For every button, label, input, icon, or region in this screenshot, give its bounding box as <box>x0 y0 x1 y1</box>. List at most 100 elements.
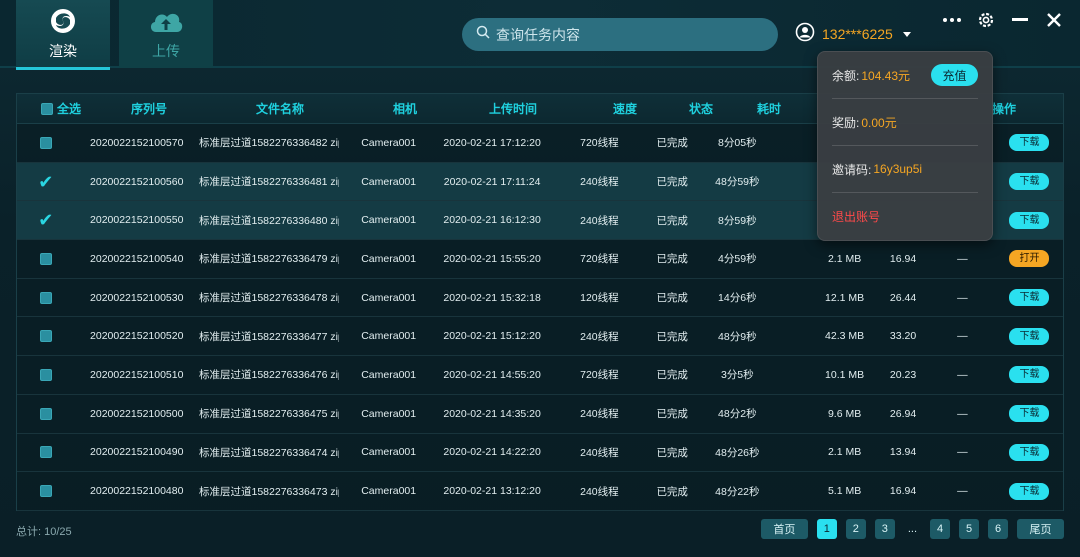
cell-camera: Camera001 <box>361 291 417 304</box>
logout-button[interactable]: 退出账号 <box>832 193 978 240</box>
table-row[interactable]: 2020022152100530 标准层过道1582276336478 zip Ca… <box>17 278 1063 318</box>
download-button[interactable]: 下载 <box>1009 327 1050 345</box>
recharge-button[interactable]: 充值 <box>931 64 978 86</box>
last-page-button[interactable]: 尾页 <box>1017 519 1064 539</box>
user-menu[interactable]: 132***6225 <box>795 22 911 46</box>
row-checkbox[interactable] <box>39 330 52 343</box>
download-button[interactable]: 下载 <box>1009 443 1050 461</box>
open-button[interactable]: 打开 <box>1009 250 1050 268</box>
cell-speed: 720线程 <box>580 369 619 382</box>
settings-icon[interactable] <box>976 10 996 30</box>
download-button[interactable]: 下载 <box>1009 366 1050 384</box>
cell-speed: 240线程 <box>580 176 619 189</box>
window-controls <box>942 10 1064 30</box>
row-checkbox[interactable] <box>39 407 52 420</box>
tab-render[interactable]: 渲染 <box>16 0 110 70</box>
row-select[interactable] <box>17 485 74 498</box>
table-row[interactable]: 2020022152100520 标准层过道1582276336477 zip Ca… <box>17 317 1063 357</box>
page-button[interactable]: 1 <box>816 519 837 539</box>
checkmark-icon[interactable]: ✔ <box>38 173 53 191</box>
select-all[interactable]: 全选 <box>17 100 91 117</box>
first-page-button[interactable]: 首页 <box>760 519 808 539</box>
page-button[interactable]: 4 <box>930 519 950 539</box>
cell-file: 标准层过道1582276336480 zip <box>199 214 339 227</box>
table-row[interactable]: 2020022152100540 标准层过道1582276336479 zip Ca… <box>17 240 1063 279</box>
row-checkbox[interactable] <box>39 485 52 498</box>
row-checkbox[interactable] <box>39 446 52 459</box>
table-row[interactable]: 2020022152100510 标准层过道1582276336476 zip Ca… <box>17 356 1063 395</box>
cell-action: 下载 <box>996 327 1063 345</box>
cell-file: 标准层过道1582276336476 zip <box>199 369 339 382</box>
chevron-down-icon <box>902 31 911 37</box>
minimize-icon[interactable] <box>1010 10 1030 30</box>
cell-status: 已完成 <box>656 253 688 266</box>
download-button[interactable]: 下载 <box>1009 173 1050 191</box>
cell-status: 已完成 <box>656 292 688 305</box>
row-checkbox[interactable] <box>39 136 52 149</box>
cell-cost: 20.23 <box>889 368 917 381</box>
page-button[interactable]: 5 <box>959 519 979 539</box>
page-ellipsis: ... <box>907 523 917 535</box>
cell-duration: 48分22秒 <box>715 485 760 498</box>
download-button[interactable]: 下载 <box>1009 482 1050 500</box>
download-button[interactable]: 下载 <box>1009 405 1050 423</box>
search-input[interactable] <box>496 26 766 43</box>
header-serial: 序列号 <box>130 102 167 116</box>
reward-label: 奖励: <box>832 115 860 130</box>
balance-row: 余额: 104.43元 充值 <box>832 52 978 99</box>
user-name: 132***6225 <box>822 26 893 42</box>
row-checkbox[interactable] <box>39 291 52 304</box>
header-duration: 耗时 <box>756 102 781 116</box>
cell-serial: 2020022152100550 <box>90 214 184 227</box>
page-button[interactable]: 2 <box>845 519 866 539</box>
table-row[interactable]: 2020022152100500 标准层过道1582276336475 zip Ca… <box>17 394 1063 434</box>
row-checkbox[interactable] <box>39 252 52 265</box>
cell-action: 下载 <box>996 289 1063 307</box>
cell-speed: 720线程 <box>580 137 619 150</box>
pagination: 首页 1 2 3... 4 5 6 尾页 <box>760 519 1064 539</box>
select-all-checkbox[interactable] <box>41 102 53 115</box>
download-button[interactable]: 下载 <box>1009 211 1050 229</box>
cell-duration: 3分5秒 <box>720 369 754 382</box>
cell-status: 已完成 <box>656 369 688 382</box>
row-select[interactable] <box>17 368 74 381</box>
search-box[interactable] <box>462 18 778 51</box>
cell-file: 标准层过道1582276336479 zip <box>199 253 339 266</box>
row-checkbox[interactable] <box>39 368 52 381</box>
row-select[interactable] <box>17 136 74 149</box>
checkmark-icon[interactable]: ✔ <box>38 211 53 229</box>
cell-action: 下载 <box>996 134 1063 152</box>
header-time: 上传时间 <box>488 102 537 116</box>
cell-action: 下载 <box>996 443 1063 461</box>
row-select[interactable] <box>17 407 74 420</box>
table-row[interactable]: 2020022152100480 标准层过道1582276336473 zip Ca… <box>17 472 1063 511</box>
cell-cost: 33.20 <box>889 330 917 343</box>
cell-serial: 2020022152100490 <box>90 446 184 459</box>
more-icon[interactable] <box>942 10 962 30</box>
row-select[interactable]: ✔ <box>17 173 74 191</box>
tab-upload[interactable]: 上传 <box>119 0 213 68</box>
cell-time: 2020-02-21 17:11:24 <box>443 175 541 188</box>
close-icon[interactable] <box>1044 10 1064 30</box>
row-select[interactable] <box>17 252 74 265</box>
download-button[interactable]: 下载 <box>1009 289 1050 307</box>
page-button[interactable]: 3 <box>874 519 895 539</box>
total-count: 总计: 10/25 <box>16 526 72 538</box>
cell-duration: 14分6秒 <box>718 292 757 305</box>
cell-serial: 2020022152100480 <box>90 485 184 498</box>
row-select[interactable]: ✔ <box>17 211 74 229</box>
cell-size: 5.1 MB <box>827 485 862 498</box>
cell-size: 9.6 MB <box>827 407 862 420</box>
cell-camera: Camera001 <box>361 175 417 188</box>
balance-label: 余额: <box>832 68 860 83</box>
page-button[interactable]: 6 <box>988 519 1008 539</box>
page-numbers: 1 2 3... 4 5 6 <box>816 519 1008 539</box>
table-row[interactable]: 2020022152100490 标准层过道1582276336474 zip Ca… <box>17 433 1063 473</box>
row-select[interactable] <box>17 446 74 459</box>
reward-value: 0.00元 <box>861 115 897 130</box>
row-select[interactable] <box>17 291 74 304</box>
cell-serial: 2020022152100540 <box>90 252 184 265</box>
cell-file: 标准层过道1582276336475 zip <box>199 408 339 421</box>
download-button[interactable]: 下载 <box>1009 134 1050 152</box>
row-select[interactable] <box>17 330 74 343</box>
